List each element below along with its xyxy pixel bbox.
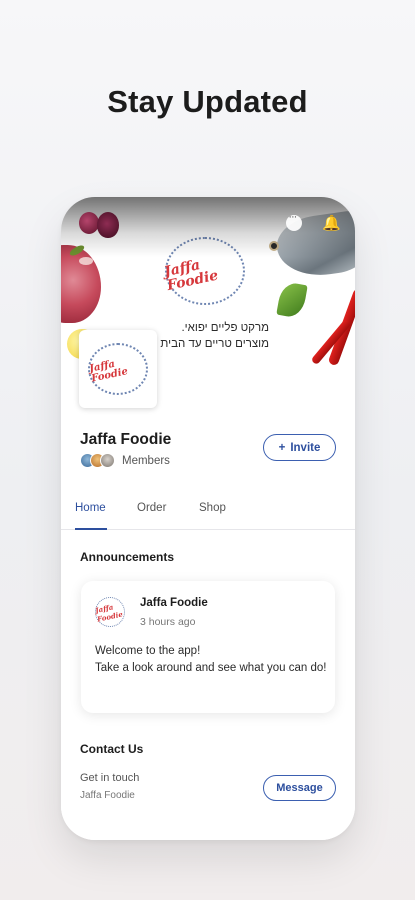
post-body-line2: Take a look around and see what you can … [95, 662, 327, 674]
message-button[interactable]: Message [263, 775, 336, 801]
post-author-avatar: Jaffa Foodie [94, 597, 125, 627]
tab-home[interactable]: Home [75, 502, 106, 514]
tab-shop[interactable]: Shop [199, 502, 226, 514]
active-tab-indicator [75, 528, 107, 530]
invite-label: Invite [290, 441, 321, 454]
phone-frame: Jaffa Foodie מרקט פליים יפואי. מוצרים טר… [61, 197, 355, 840]
meat-fat-illustration [79, 257, 93, 265]
onion-illustration [79, 212, 99, 234]
post-body-line1: Welcome to the app! [95, 645, 201, 657]
announcement-post[interactable]: Jaffa Foodie Jaffa Foodie 3 hours ago We… [81, 581, 335, 713]
headline: Stay Updated [107, 84, 308, 119]
basil-illustration [276, 281, 308, 319]
plus-icon: + [278, 441, 286, 454]
members-row[interactable]: Members [80, 453, 170, 468]
invite-button[interactable]: + Invite [263, 434, 336, 461]
contact-subtitle: Get in touch [80, 772, 140, 784]
cover-tagline-line2: מוצרים טריים עד הבית [160, 338, 269, 350]
chat-icon[interactable] [286, 211, 303, 231]
announcements-title: Announcements [80, 550, 175, 564]
site-logo-text: Jaffa Foodie [88, 358, 129, 385]
tab-order[interactable]: Order [137, 502, 166, 514]
post-body: Welcome to the app! Take a look around a… [95, 643, 327, 677]
status-bar-left [79, 212, 119, 238]
onion-illustration-2 [97, 212, 119, 238]
post-avatar-logo-text: Jaffa Foodie [94, 602, 124, 624]
site-logo-ring: Jaffa Foodie [88, 343, 148, 395]
post-author: Jaffa Foodie [140, 597, 208, 609]
site-logo-avatar: Jaffa Foodie [79, 330, 157, 408]
site-name: Jaffa Foodie [80, 431, 172, 448]
cover-tagline: מרקט פליים יפואי. מוצרים טריים עד הבית [149, 320, 269, 352]
tab-bar: Home Order Shop [61, 495, 355, 530]
members-label: Members [122, 454, 170, 467]
bell-icon[interactable]: 🔔 [322, 214, 341, 232]
cover-tagline-line1: מרקט פליים יפואי. [181, 322, 269, 334]
contact-title: Contact Us [80, 742, 144, 756]
post-timestamp: 3 hours ago [140, 616, 196, 628]
header-actions: 🔔 [286, 211, 341, 232]
member-avatar [100, 453, 115, 468]
contact-name: Jaffa Foodie [80, 790, 135, 801]
site-content: Jaffa Foodie Members + Invite Home Order… [61, 369, 355, 840]
